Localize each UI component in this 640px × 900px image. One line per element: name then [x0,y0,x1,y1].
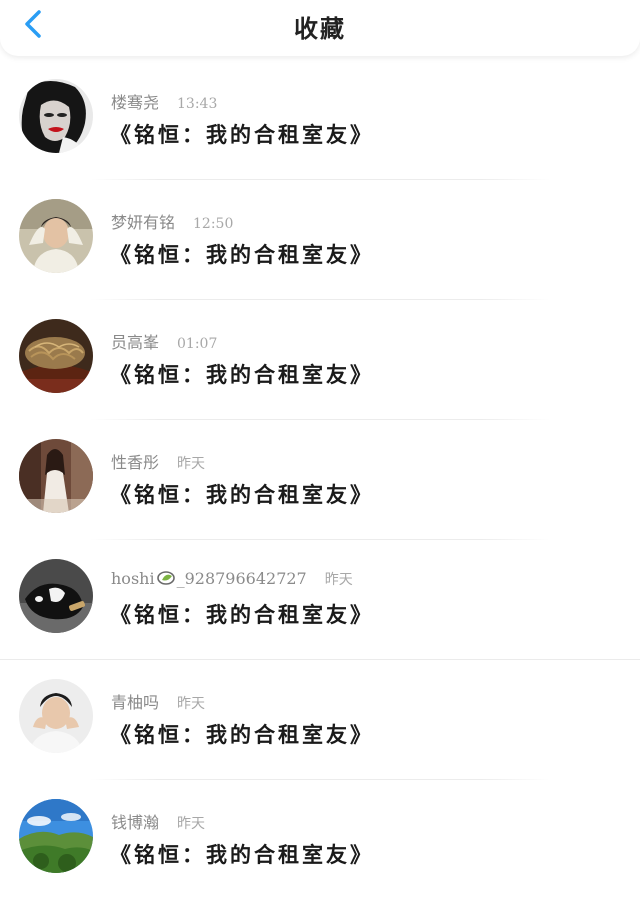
list-item[interactable]: 青柚吗 昨天 《铭恒：我的合租室友》 [0,660,640,780]
item-meta: 楼骞尧 13:43 [111,89,217,113]
sender-name-suffix: _928796642727 [176,569,307,588]
top-bar: 收藏 [0,0,640,56]
item-meta: 员高峯 01:07 [111,329,217,353]
sender-name-prefix: hoshi [111,569,155,588]
list-item[interactable]: 楼骞尧 13:43 《铭恒：我的合租室友》 [0,60,640,180]
sender-name: 性香彤 [111,453,160,472]
sender-name: 员高峯 [111,333,160,352]
item-title: 《铭恒：我的合租室友》 [110,722,374,747]
timestamp: 昨天 [324,572,353,588]
item-title: 《铭恒：我的合租室友》 [110,842,374,867]
item-title: 《铭恒：我的合租室友》 [110,122,374,147]
item-title: 《铭恒：我的合租室友》 [110,482,374,507]
timestamp: 01:07 [177,336,218,352]
item-meta: 性香彤 昨天 [111,449,205,473]
avatar[interactable] [19,79,93,153]
favorites-list: 楼骞尧 13:43 《铭恒：我的合租室友》 梦妍有铭 12:50 《铭恒：我的合租室… [0,60,640,900]
list-item[interactable]: 员高峯 01:07 《铭恒：我的合租室友》 [0,300,640,420]
item-title: 《铭恒：我的合租室友》 [110,242,374,267]
avatar[interactable] [19,439,93,513]
avatar[interactable] [19,319,93,393]
avatar[interactable] [19,199,93,273]
timestamp: 12:50 [193,216,234,232]
timestamp: 昨天 [177,696,206,712]
avatar[interactable] [19,559,93,633]
list-item[interactable]: 钱博瀚 昨天 《铭恒：我的合租室友》 [0,780,640,900]
sender-name: 楼骞尧 [111,93,160,112]
item-title: 《铭恒：我的合租室友》 [110,602,374,627]
list-item[interactable]: 梦妍有铭 12:50 《铭恒：我的合租室友》 [0,180,640,300]
sender-name: 梦妍有铭 [111,213,176,232]
avatar[interactable] [19,679,93,753]
item-meta: 梦妍有铭 12:50 [111,209,233,233]
list-item[interactable]: 性香彤 昨天 《铭恒：我的合租室友》 [0,420,640,540]
list-item[interactable]: hoshi _928796642727 昨天 《铭恒：我的合租室友》 [0,540,640,660]
sender-name: 青柚吗 [111,693,160,712]
item-meta: 钱博瀚 昨天 [111,809,205,833]
sender-name: 钱博瀚 [111,813,160,832]
item-title: 《铭恒：我的合租室友》 [110,362,374,387]
timestamp: 昨天 [177,816,206,832]
timestamp: 昨天 [177,456,206,472]
leaf-icon [156,570,176,590]
page-title: 收藏 [294,14,346,43]
timestamp: 13:43 [177,96,218,112]
item-meta: 青柚吗 昨天 [111,689,205,713]
avatar[interactable] [19,799,93,873]
item-meta: hoshi _928796642727 昨天 [111,569,353,590]
